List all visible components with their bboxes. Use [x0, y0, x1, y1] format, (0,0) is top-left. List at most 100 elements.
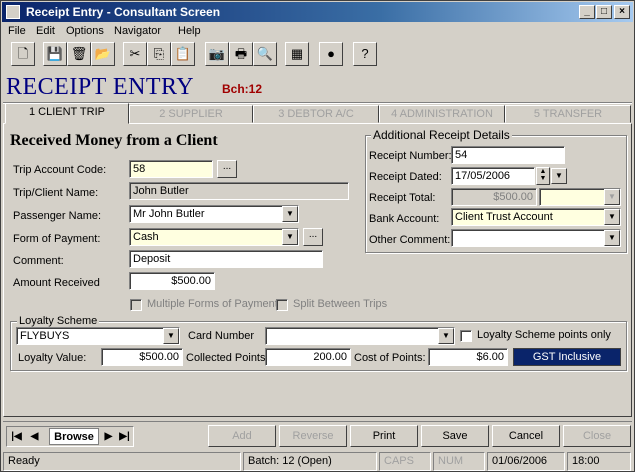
receipt-total-label: Receipt Total:: [369, 192, 436, 204]
card-number-label: Card Number: [188, 330, 255, 342]
print-preview-icon[interactable]: 🔍: [253, 42, 277, 66]
application-window: Receipt Entry - Consultant Screen _ □ × …: [0, 0, 635, 472]
print-button[interactable]: Print: [350, 425, 418, 447]
receipt-date-input[interactable]: 17/05/2006: [451, 167, 535, 185]
title-bar: Receipt Entry - Consultant Screen _ □ ×: [2, 2, 633, 22]
card-number-select[interactable]: [265, 327, 455, 345]
status-caps: CAPS: [379, 452, 431, 471]
menu-bar: File Edit Options Navigator Help: [2, 22, 633, 40]
bank-account-dropdown-icon[interactable]: ▼: [604, 209, 620, 225]
tab-supplier[interactable]: 2 SUPPLIER: [129, 105, 253, 123]
trip-account-label: Trip Account Code:: [13, 164, 107, 176]
previous-record-icon[interactable]: ◀: [27, 428, 42, 445]
printer-icon[interactable]: 🖶: [229, 42, 253, 66]
status-num: NUM: [433, 452, 485, 471]
passenger-select[interactable]: Mr John Butler: [129, 205, 299, 223]
menu-file[interactable]: File: [8, 25, 26, 37]
points-only-checkbox[interactable]: [460, 330, 472, 342]
amount-label: Amount Received: [13, 277, 100, 289]
loyalty-scheme-select[interactable]: FLYBUYS: [16, 327, 180, 345]
minimize-button[interactable]: _: [579, 5, 595, 19]
cost-of-points-label: Cost of Points:: [354, 352, 426, 364]
receipt-number-input[interactable]: 54: [451, 146, 565, 164]
cut-scissors-icon[interactable]: ✂: [123, 42, 147, 66]
calculator-icon[interactable]: ▦: [285, 42, 309, 66]
maximize-button[interactable]: □: [596, 5, 612, 19]
paste-clipboard-icon[interactable]: 📋: [171, 42, 195, 66]
tab-transfer[interactable]: 5 TRANSFER: [505, 105, 631, 123]
menu-navigator[interactable]: Navigator: [114, 25, 161, 37]
split-trips-label: Split Between Trips: [293, 298, 388, 310]
close-window-button[interactable]: ×: [614, 5, 630, 19]
tab-client-trip[interactable]: 1 CLIENT TRIP: [5, 103, 129, 124]
tab-debtor-ac[interactable]: 3 DEBTOR A/C: [253, 105, 379, 123]
loyalty-scheme-dropdown-icon[interactable]: ▼: [163, 328, 179, 344]
client-name-field: John Butler: [129, 182, 349, 200]
cancel-button[interactable]: Cancel: [492, 425, 560, 447]
additional-details-title: Additional Receipt Details: [371, 128, 512, 142]
batch-label: Bch:12: [222, 82, 263, 96]
trip-lookup-button[interactable]: ...: [217, 160, 237, 178]
loyalty-value-input[interactable]: $500.00: [101, 348, 183, 366]
bank-account-select[interactable]: Client Trust Account: [451, 208, 621, 226]
cost-of-points-input[interactable]: $6.00: [428, 348, 508, 366]
folder-icon[interactable]: 📂: [91, 42, 115, 66]
save-button[interactable]: Save: [421, 425, 489, 447]
copy-icon[interactable]: ⎘: [147, 42, 171, 66]
next-record-icon[interactable]: ▶: [101, 428, 116, 445]
save-disk-icon[interactable]: 💾: [43, 42, 67, 66]
other-comment-select[interactable]: [451, 229, 621, 247]
page-title: RECEIPT ENTRY: [6, 74, 195, 100]
app-icon: [6, 5, 20, 19]
receipt-number-label: Receipt Number:: [369, 150, 452, 162]
payment-lookup-button[interactable]: ...: [303, 228, 323, 246]
menu-options[interactable]: Options: [66, 25, 104, 37]
loyalty-scheme-title: Loyalty Scheme: [17, 315, 100, 327]
date-dropdown-icon[interactable]: ▼: [551, 168, 567, 184]
tab-administration[interactable]: 4 ADMINISTRATION: [379, 105, 505, 123]
help-question-icon[interactable]: ?: [353, 42, 377, 66]
close-button[interactable]: Close: [563, 425, 631, 447]
receipt-total-dropdown-icon: ▼: [604, 189, 620, 205]
new-document-icon[interactable]: 🗋: [11, 42, 35, 66]
points-only-label: Loyalty Scheme points only: [477, 329, 611, 341]
payment-dropdown-icon[interactable]: ▼: [282, 229, 298, 245]
globe-icon[interactable]: ●: [319, 42, 343, 66]
status-date: 01/06/2006: [487, 452, 565, 471]
multiple-forms-label: Multiple Forms of Payment: [147, 298, 278, 310]
loyalty-value-label: Loyalty Value:: [18, 352, 87, 364]
add-button[interactable]: Add: [208, 425, 276, 447]
last-record-icon[interactable]: ▶|: [117, 428, 132, 445]
status-time: 18:00: [567, 452, 631, 471]
camera-icon[interactable]: 📷: [205, 42, 229, 66]
other-comment-label: Other Comment:: [369, 234, 451, 246]
reverse-button[interactable]: Reverse: [279, 425, 347, 447]
receipt-total-field: $500.00: [451, 188, 537, 206]
menu-edit[interactable]: Edit: [36, 25, 55, 37]
passenger-label: Passenger Name:: [13, 210, 102, 222]
passenger-dropdown-icon[interactable]: ▼: [282, 206, 298, 222]
window-title: Receipt Entry - Consultant Screen: [26, 5, 221, 19]
receipt-dated-label: Receipt Dated:: [369, 171, 442, 183]
collected-points-input[interactable]: 200.00: [265, 348, 351, 366]
date-spinner[interactable]: ▲ ▼: [536, 167, 550, 185]
card-number-dropdown-icon[interactable]: ▼: [438, 328, 454, 344]
navigator-mode-label: Browse: [49, 428, 99, 445]
payment-select[interactable]: Cash: [129, 228, 299, 246]
status-batch: Batch: 12 (Open): [243, 452, 377, 471]
split-trips-checkbox[interactable]: [276, 299, 288, 311]
amount-input[interactable]: $500.00: [129, 272, 215, 290]
trip-account-input[interactable]: 58: [129, 160, 213, 178]
delete-trash-icon[interactable]: 🗑: [67, 42, 91, 66]
multiple-forms-checkbox[interactable]: [130, 299, 142, 311]
other-comment-dropdown-icon[interactable]: ▼: [604, 230, 620, 246]
payment-label: Form of Payment:: [13, 233, 101, 245]
record-navigator: |◀ ◀ Browse ▶ ▶|: [6, 426, 134, 447]
menu-help[interactable]: Help: [178, 25, 201, 37]
collected-points-label: Collected Points:: [186, 352, 269, 364]
comment-input[interactable]: Deposit: [129, 250, 323, 268]
first-record-icon[interactable]: |◀: [9, 428, 24, 445]
section-heading: Received Money from a Client: [10, 132, 218, 149]
bank-account-label: Bank Account:: [369, 213, 440, 225]
client-name-label: Trip/Client Name:: [13, 187, 99, 199]
